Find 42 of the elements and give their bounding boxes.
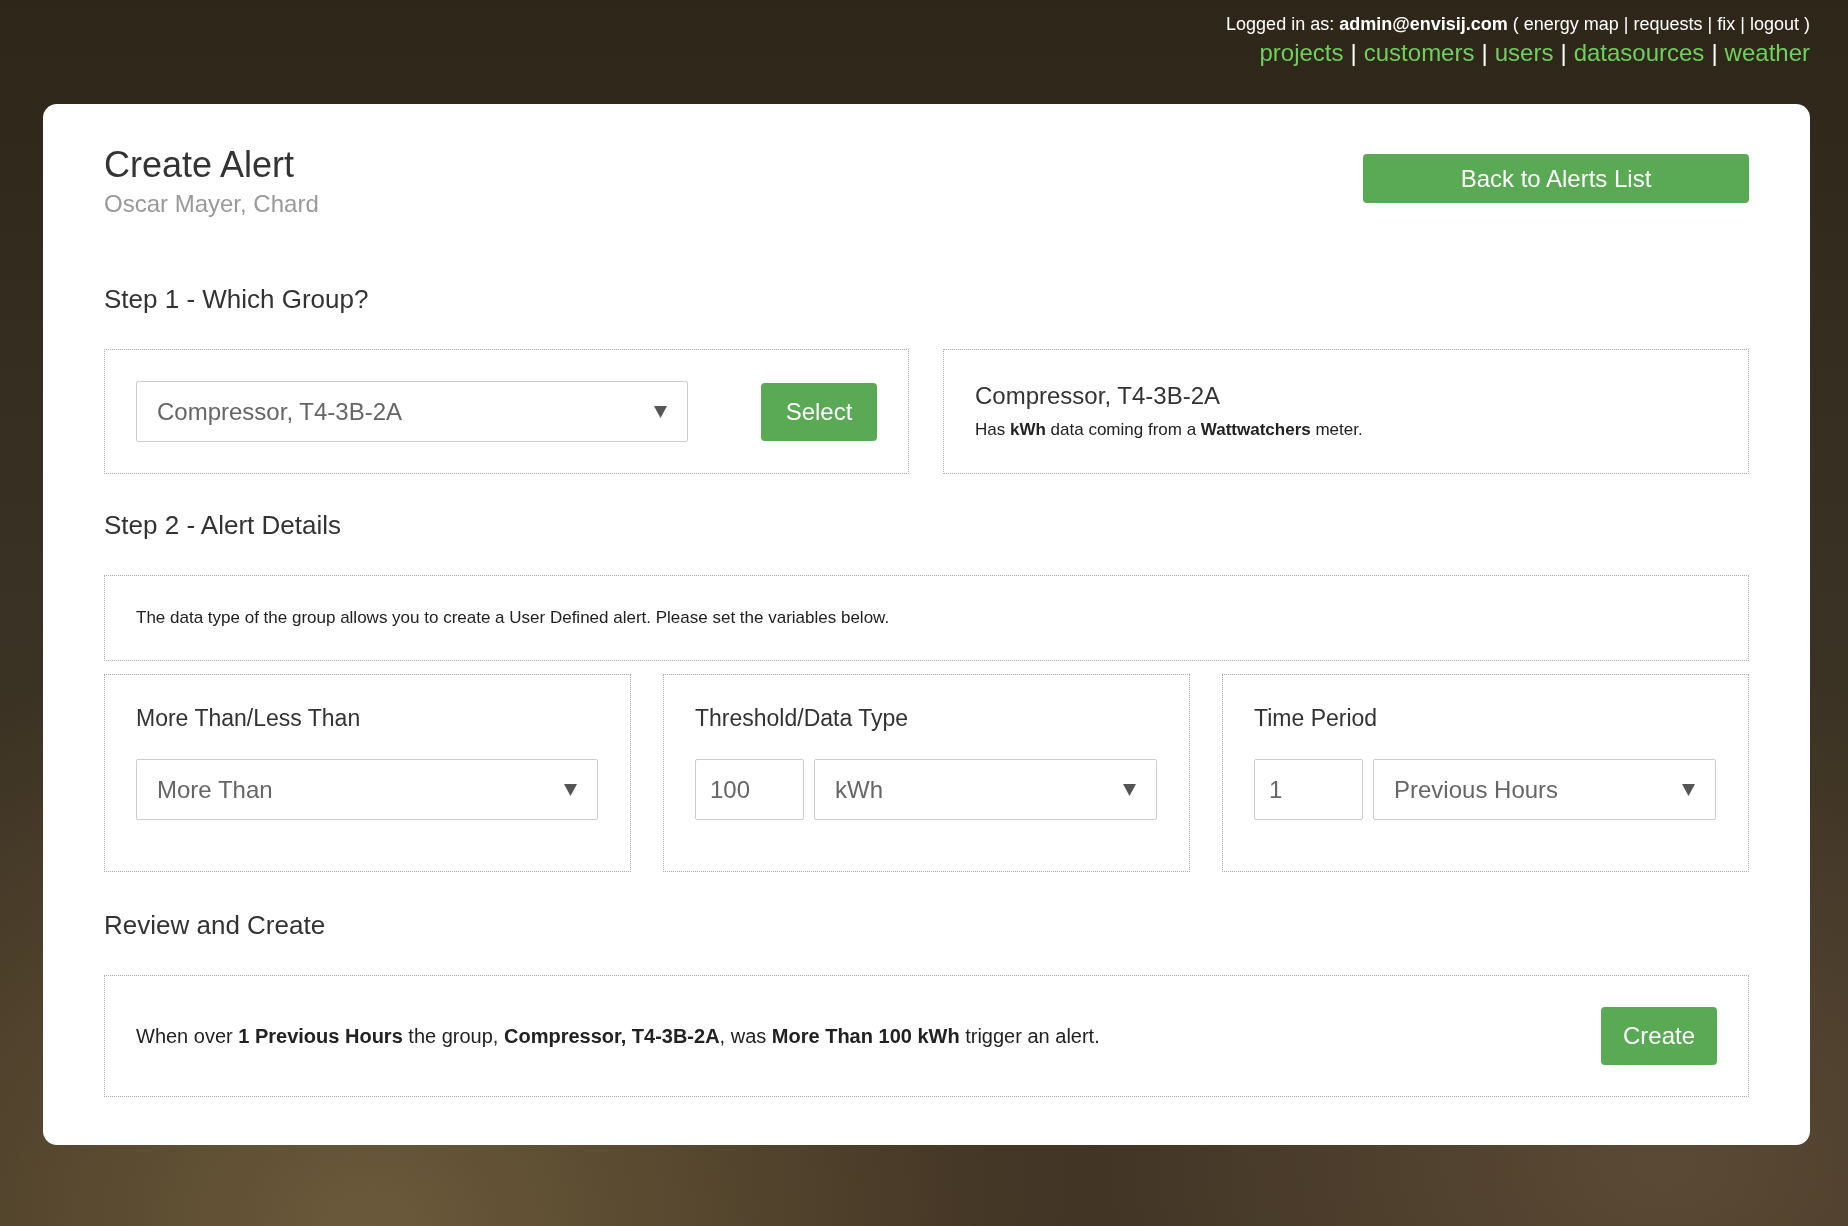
caret-icon [1123, 783, 1136, 796]
admin-link[interactable]: energy map [1523, 14, 1619, 35]
nav-link[interactable]: projects [1259, 39, 1344, 67]
admin-link[interactable]: requests [1633, 14, 1703, 35]
separator: | [1711, 39, 1718, 67]
dropdown[interactable]: Compressor, T4-3B-2A [136, 381, 688, 442]
number-field[interactable]: 1 [1254, 759, 1363, 820]
page-title: Create Alert [104, 144, 296, 186]
separator: | [1623, 14, 1629, 35]
admin-link[interactable]: fix [1717, 14, 1736, 35]
parenthesis: ( [1512, 14, 1519, 35]
section-heading: Step 2 - Alert Details [104, 510, 342, 541]
separator: | [1481, 39, 1488, 67]
nav-link[interactable]: customers [1363, 39, 1475, 67]
section-heading: Review and Create [104, 910, 327, 941]
dropdown[interactable]: Previous Hours [1373, 759, 1716, 820]
page-subtitle: Oscar Mayer, Chard [104, 190, 319, 218]
dropdown[interactable]: kWh [814, 759, 1157, 820]
user-email: admin@envisij.com [1339, 14, 1508, 35]
panel-label: Threshold/Data Type [695, 705, 910, 732]
panel-label: More Than/Less Than [136, 705, 362, 732]
separator: | [1560, 39, 1567, 67]
caret-icon [654, 405, 667, 418]
separator: | [1350, 39, 1357, 67]
parenthesis: ) [1804, 14, 1810, 35]
caret-icon [1682, 783, 1695, 796]
nav-link[interactable]: users [1494, 39, 1554, 67]
separator: | [1707, 14, 1713, 35]
nav-link[interactable]: weather [1724, 39, 1810, 67]
separator: | [1740, 14, 1745, 35]
logged-in-label: Logged in as: [1226, 14, 1335, 35]
panel-label: Time Period [1254, 705, 1379, 732]
caret-icon [564, 783, 577, 796]
nav-link[interactable]: datasources [1573, 39, 1705, 67]
admin-link[interactable]: logout [1749, 14, 1799, 35]
section-heading: Step 1 - Which Group? [104, 284, 370, 315]
alert-summary: When over 1 Previous Hours the group, Compressor, T4-3B-2A, was More Than 100 kWh trigger an alert. [136, 1024, 1100, 1048]
group-name: Compressor, T4-3B-2A [975, 382, 1221, 410]
number-field[interactable]: 100 [695, 759, 804, 820]
group-description: Has kWh data coming from a Wattwatchers meter. [975, 420, 1364, 440]
dropdown[interactable]: More Than [136, 759, 598, 820]
info-notice: The data type of the group allows you to create a User Defined alert. Please set the variables below. [104, 575, 1749, 661]
